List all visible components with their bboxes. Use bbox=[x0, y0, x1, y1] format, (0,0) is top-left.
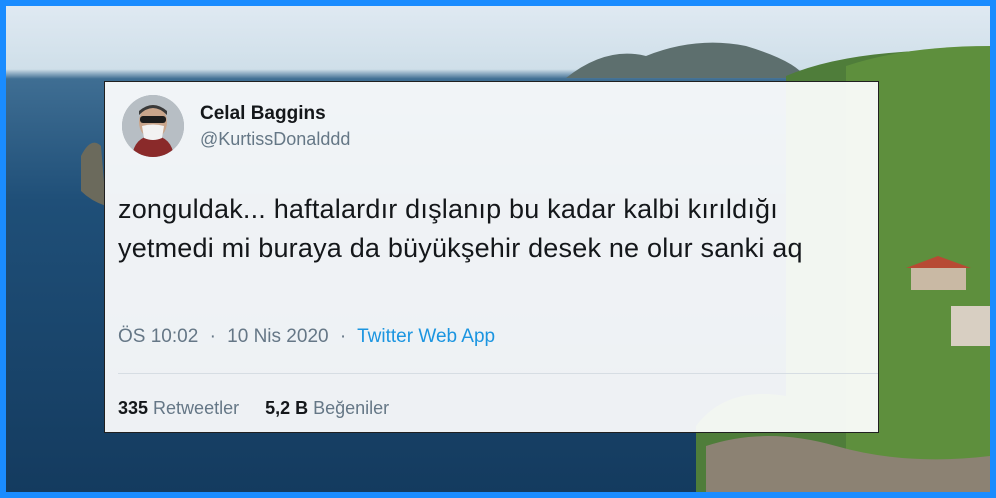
image-frame: Celal Baggins @KurtissDonalddd zonguldak… bbox=[0, 0, 996, 498]
likes-label: Beğeniler bbox=[313, 398, 390, 418]
retweets-label: Retweetler bbox=[153, 398, 240, 418]
tweet-stats: 335 Retweetler 5,2 B Beğeniler bbox=[118, 398, 389, 419]
meta-separator: · bbox=[339, 326, 347, 347]
tweet-source-link[interactable]: Twitter Web App bbox=[357, 326, 495, 347]
profile-photo bbox=[122, 95, 184, 157]
retweets-count: 335 bbox=[118, 398, 149, 418]
likes-count: 5,2 B bbox=[265, 398, 309, 418]
tweet-date[interactable]: 10 Nis 2020 bbox=[227, 326, 328, 347]
author-handle[interactable]: @KurtissDonalddd bbox=[200, 129, 350, 150]
tweet-meta: ÖS 10:02 · 10 Nis 2020 · Twitter Web App bbox=[118, 326, 495, 348]
divider bbox=[118, 373, 878, 374]
tweet-time[interactable]: ÖS 10:02 bbox=[118, 326, 198, 347]
avatar[interactable] bbox=[122, 95, 184, 157]
tweet-card: Celal Baggins @KurtissDonalddd zonguldak… bbox=[104, 81, 879, 433]
retweets-stat[interactable]: 335 Retweetler bbox=[118, 398, 239, 418]
tweet-text: zonguldak... haftalardır dışlanıp bu kad… bbox=[118, 194, 803, 263]
likes-stat[interactable]: 5,2 B Beğeniler bbox=[265, 398, 389, 418]
meta-separator: · bbox=[209, 326, 216, 347]
author-name[interactable]: Celal Baggins bbox=[200, 103, 326, 125]
